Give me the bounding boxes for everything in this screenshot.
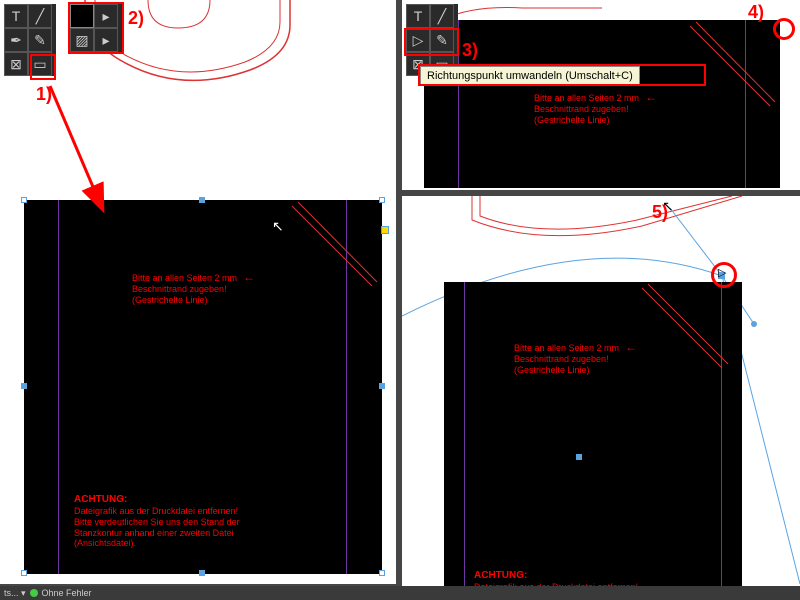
anchor-point[interactable] (576, 454, 582, 460)
guide-v (464, 282, 465, 598)
pencil-tool-icon[interactable]: ✎ (430, 28, 454, 52)
selection-handle[interactable] (379, 570, 385, 576)
top-right-panel: Bitte an allen Seiten 2 mm← Beschnittran… (402, 0, 800, 190)
status-menu[interactable]: ts... ▾ (4, 588, 26, 599)
warning-block: ACHTUNG: Dateigrafik aus der Druckdatei … (74, 494, 240, 549)
selection-handle[interactable] (21, 570, 27, 576)
hint-block: Bitte an allen Seiten 2 mm← Beschnittran… (514, 340, 637, 376)
tooltip: Richtungspunkt umwandeln (Umschalt+C) (420, 66, 640, 86)
pencil-tool-icon[interactable]: ✎ (28, 28, 52, 52)
guide-v (458, 20, 459, 188)
guide-v (745, 20, 746, 188)
outline-shape-tr (442, 0, 642, 20)
cursor-icon: ↖ (272, 218, 284, 235)
status-bar: ts... ▾ Ohne Fehler (0, 586, 800, 600)
hint-block: Bitte an allen Seiten 2 mm← Beschnittran… (534, 90, 657, 126)
guide-v (58, 200, 59, 574)
control-handle[interactable] (381, 226, 389, 234)
bottom-right-panel: ↖ ▷ Bitte an allen Seiten 2 mm← Beschnit… (402, 196, 800, 600)
type-tool-icon[interactable]: T (406, 4, 430, 28)
swatch-toolbar-left: ▸ ▨ ▸ (70, 4, 122, 52)
swap-icon[interactable]: ▸ (94, 4, 118, 28)
bevel-edge (660, 20, 780, 140)
label-5: 5) (652, 202, 668, 223)
selection-handle[interactable] (379, 383, 385, 389)
pen-tool-icon[interactable]: ✒ (4, 28, 28, 52)
line-tool-icon[interactable]: ╱ (28, 4, 52, 28)
artboard-left[interactable]: Bitte an allen Seiten 2 mm← Beschnittran… (24, 200, 382, 574)
red-arrow (42, 80, 122, 220)
type-tool-icon[interactable]: T (4, 4, 28, 28)
selection-handle[interactable] (379, 197, 385, 203)
selection-handle[interactable] (199, 197, 205, 203)
toolbar-main-left: T ╱ ✒ ✎ ⊠ ▭ (4, 4, 56, 76)
bevel-edge (622, 282, 742, 402)
frame-tool-icon[interactable]: ⊠ (4, 52, 28, 76)
no-fill-icon[interactable]: ▨ (70, 28, 94, 52)
guide-v (346, 200, 347, 574)
selection-handle[interactable] (21, 383, 27, 389)
artboard-br[interactable]: Bitte an allen Seiten 2 mm← Beschnittran… (444, 282, 742, 598)
status-dot-icon (30, 589, 38, 597)
label-4: 4) (748, 2, 764, 23)
selection-handle[interactable] (21, 197, 27, 203)
convert-point-tool-icon[interactable]: ▷ (406, 28, 430, 52)
label-3: 3) (462, 40, 478, 61)
rectangle-tool-icon[interactable]: ▭ (28, 52, 52, 76)
stroke-icon[interactable]: ▸ (94, 28, 118, 52)
hint-block: Bitte an allen Seiten 2 mm← Beschnittran… (132, 270, 255, 306)
status-text: Ohne Fehler (42, 588, 92, 598)
selection-handle[interactable] (199, 570, 205, 576)
fill-swatch-icon[interactable] (70, 4, 94, 28)
line-tool-icon[interactable]: ╱ (430, 4, 454, 28)
convert-cursor-icon: ▷ (718, 266, 726, 279)
guide-v (721, 282, 722, 598)
label-2: 2) (128, 8, 144, 29)
